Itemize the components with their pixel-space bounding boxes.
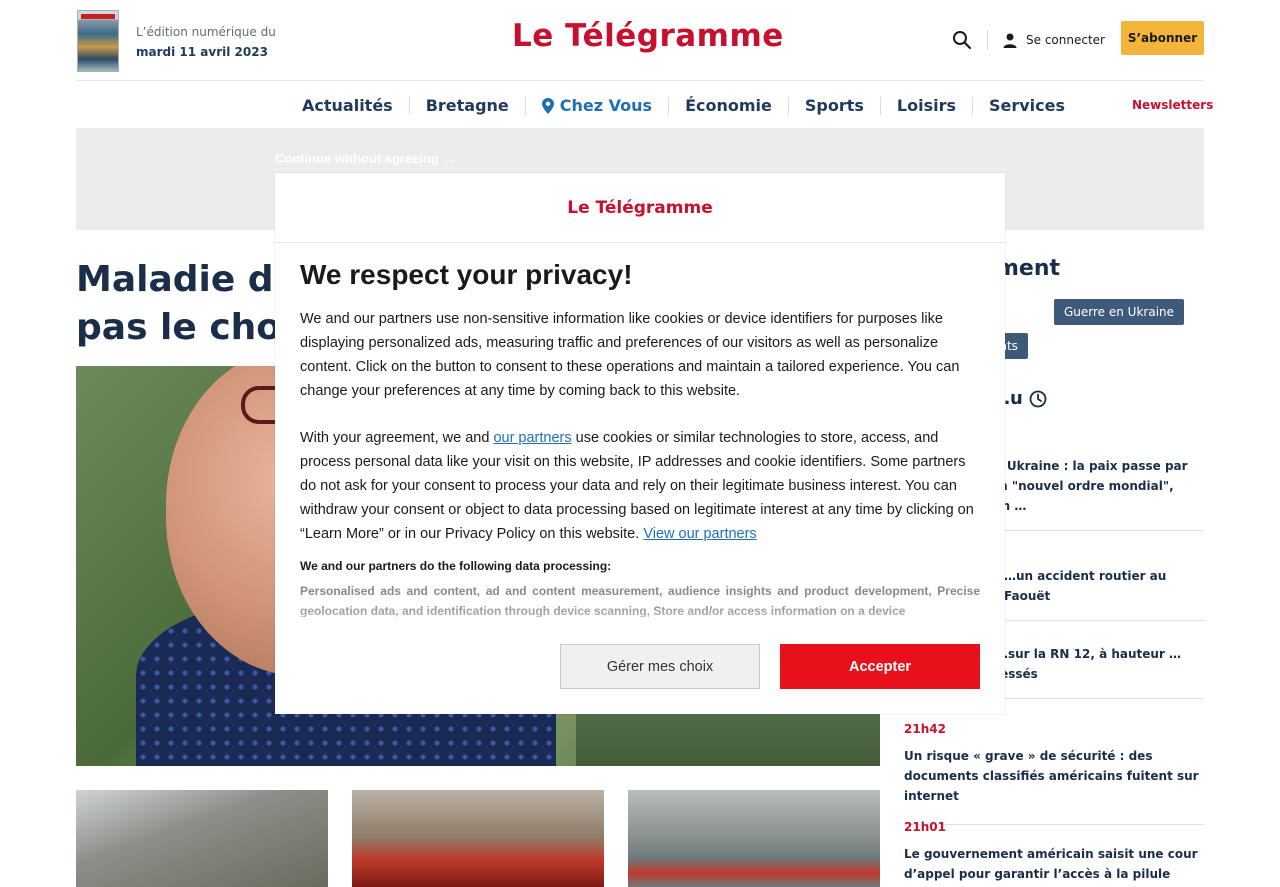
header-divider-line	[76, 80, 1204, 81]
nav-item-actualites[interactable]: Actualités	[286, 97, 409, 115]
purposes-heading: We and our partners do the following dat…	[300, 559, 612, 573]
site-header: L’édition numérique du mardi 11 avril 20…	[0, 0, 1280, 80]
main-nav: Actualités Bretagne Chez Vous Économie S…	[286, 92, 1081, 120]
news-item-text: Le gouvernement américain saisit une cou…	[904, 847, 1198, 881]
newspaper-cover-thumbnail[interactable]	[77, 10, 119, 72]
consent-dialog-header: Le Télégramme	[275, 173, 1005, 243]
login-link[interactable]: Se connecter	[1002, 30, 1105, 50]
consent-p2-text: use cookies or similar technologies to s…	[300, 430, 974, 542]
user-icon	[1003, 33, 1017, 48]
clock-icon	[1029, 390, 1047, 407]
nav-item-loisirs[interactable]: Loisirs	[879, 97, 972, 115]
scroll-fade	[275, 603, 1005, 643]
search-icon	[953, 31, 972, 50]
consent-dialog-body[interactable]: We respect your privacy! We and our part…	[300, 257, 980, 617]
consent-p2-text: With your agreement, we and	[300, 430, 494, 446]
search-button[interactable]	[952, 30, 972, 50]
site-logo[interactable]: Le Télégramme	[512, 18, 784, 54]
location-pin-icon	[541, 98, 554, 114]
nav-item-chez-vous[interactable]: Chez Vous	[524, 96, 668, 115]
news-item[interactable]: 21h01 Le gouvernement américain saisit u…	[904, 820, 1204, 887]
newsletters-link[interactable]: Newsletters	[1132, 98, 1213, 112]
nav-item-sports[interactable]: Sports	[787, 97, 880, 115]
nav-item-services[interactable]: Services	[971, 97, 1081, 115]
consent-dialog: Le Télégramme We respect your privacy! W…	[275, 173, 1005, 714]
consent-title: We respect your privacy!	[300, 259, 633, 290]
subscribe-button[interactable]: S’abonner	[1121, 21, 1204, 55]
login-label: Se connecter	[1026, 33, 1105, 47]
related-articles-row	[76, 790, 880, 887]
digital-edition-info[interactable]: L’édition numérique du mardi 11 avril 20…	[136, 22, 276, 62]
related-article-image[interactable]	[628, 790, 880, 887]
consent-paragraph-1: We and our partners use non-sensitive in…	[300, 311, 960, 399]
edition-date: mardi 11 avril 2023	[136, 45, 268, 59]
continue-without-agreeing-link[interactable]: Continue without agreeing →	[275, 151, 456, 166]
nav-item-bretagne[interactable]: Bretagne	[408, 97, 525, 115]
manage-choices-button[interactable]: Gérer mes choix	[560, 644, 760, 689]
related-article-image[interactable]	[76, 790, 328, 887]
edition-label: L’édition numérique du	[136, 25, 276, 39]
topic-tag-guerre-en-ukraine[interactable]: Guerre en Ukraine	[1054, 299, 1185, 325]
news-item-time: 21h01	[904, 820, 946, 834]
nav-item-economie[interactable]: Économie	[668, 97, 788, 115]
consent-paragraph-2: With your agreement, we and our partners…	[300, 426, 980, 546]
header-divider	[987, 30, 988, 50]
consent-logo: Le Télégramme	[567, 197, 713, 218]
our-partners-link[interactable]: our partners	[493, 430, 571, 446]
related-article-image[interactable]	[352, 790, 604, 887]
nav-item-chez-vous-label: Chez Vous	[559, 96, 653, 115]
news-item[interactable]: 21h42 Un risque « grave » de sécurité : …	[904, 722, 1204, 825]
news-item-text: Un risque « grave » de sécurité : des do…	[904, 749, 1199, 803]
view-our-partners-link[interactable]: View our partners	[643, 526, 756, 542]
accept-button[interactable]: Accepter	[780, 644, 980, 689]
news-item-time: 21h42	[904, 722, 946, 736]
